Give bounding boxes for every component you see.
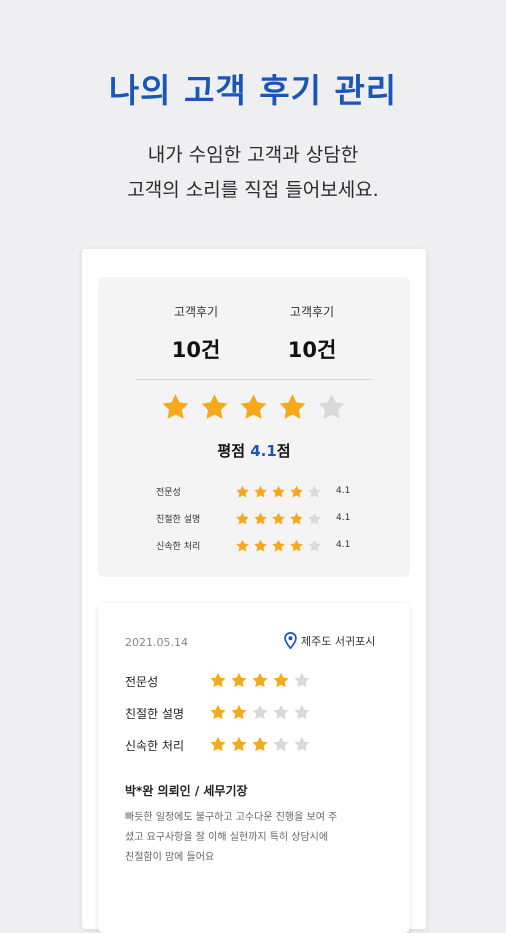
average-rating: 평점 4.1점 [98, 440, 410, 461]
rating-value: 4.1 [250, 442, 277, 460]
category-label: 신속한 처리 [125, 739, 185, 753]
star-filled-icon [210, 736, 226, 752]
star-empty-icon [294, 704, 310, 720]
star-filled-icon [252, 672, 268, 688]
star-filled-icon [272, 485, 285, 498]
star-filled-icon [201, 394, 228, 419]
review-body-line: 친절함이 맘에 들어요 [125, 852, 215, 863]
stat-label: 고객후기 [173, 305, 219, 319]
star-filled-icon [272, 539, 285, 552]
review-card: 고객후기 10건 고객후기 10건 평점 4.1점 전문성 4.1 친절한 설명… [82, 249, 426, 933]
review-category-row: 친절한 설명 [125, 703, 405, 723]
stat-label: 고객후기 [289, 305, 335, 319]
category-stars [209, 671, 311, 689]
rating-suffix: 점 [276, 442, 291, 460]
category-stars [209, 703, 311, 721]
stat-value: 10건 [171, 338, 221, 362]
star-filled-icon [279, 394, 306, 419]
map-pin-icon [284, 632, 297, 649]
review-item[interactable]: 2021.05.14 제주도 서귀포시 전문성 친절한 설명 신속한 처리 박*… [98, 603, 410, 933]
review-author: 박*완 의뢰인 / 세무기장 [125, 784, 248, 798]
rating-prefix: 평점 [217, 442, 251, 460]
category-label: 신속한 처리 [156, 542, 201, 552]
star-filled-icon [254, 539, 267, 552]
review-body-line: 빠듯한 일정에도 불구하고 고수다운 진행을 보여 주 [125, 812, 338, 823]
subtitle-line-2: 고객의 소리를 직접 들어보세요. [127, 179, 379, 201]
category-label: 친절한 설명 [156, 515, 201, 525]
overall-star-rating [160, 391, 347, 425]
review-date: 2021.05.14 [125, 636, 188, 649]
category-score: 4.1 [336, 513, 351, 523]
category-label: 친절한 설명 [125, 707, 185, 721]
review-category-row: 전문성 [125, 671, 405, 691]
star-empty-icon [294, 672, 310, 688]
review-summary-panel: 고객후기 10건 고객후기 10건 평점 4.1점 전문성 4.1 친절한 설명… [98, 277, 410, 577]
category-score: 4.1 [336, 486, 351, 496]
star-filled-icon [210, 672, 226, 688]
divider [135, 379, 373, 380]
category-stars [209, 735, 311, 753]
star-filled-icon [162, 394, 189, 419]
review-body-line: 셨고 요구사항을 잘 이해 실현까지 특히 상담시에 [125, 832, 329, 843]
star-filled-icon [252, 736, 268, 752]
star-empty-icon [273, 704, 289, 720]
star-filled-icon [236, 539, 249, 552]
page-title: 나의 고객 후기 관리 [108, 71, 398, 110]
category-score: 4.1 [336, 540, 351, 550]
summary-category-row: 전문성 4.1 [98, 483, 410, 501]
star-filled-icon [236, 485, 249, 498]
review-body: 빠듯한 일정에도 불구하고 고수다운 진행을 보여 주 셨고 요구사항을 잘 이… [125, 808, 387, 868]
location-text: 제주도 서귀포시 [301, 634, 376, 648]
star-filled-icon [231, 736, 247, 752]
star-empty-icon [294, 736, 310, 752]
star-filled-icon [254, 512, 267, 525]
category-stars [235, 511, 322, 526]
star-filled-icon [240, 394, 267, 419]
category-label: 전문성 [156, 488, 181, 498]
summary-category-row: 친절한 설명 4.1 [98, 510, 410, 528]
category-stars [235, 538, 322, 553]
star-empty-icon [252, 704, 268, 720]
review-category-row: 신속한 처리 [125, 735, 405, 755]
star-filled-icon [254, 485, 267, 498]
summary-category-row: 신속한 처리 4.1 [98, 537, 410, 555]
review-location: 제주도 서귀포시 [284, 632, 375, 649]
star-filled-icon [290, 539, 303, 552]
star-empty-icon [308, 539, 321, 552]
category-label: 전문성 [125, 675, 159, 689]
review-count-stat-1: 고객후기 10건 [136, 303, 256, 364]
star-empty-icon [273, 736, 289, 752]
star-filled-icon [231, 704, 247, 720]
star-filled-icon [273, 672, 289, 688]
star-filled-icon [236, 512, 249, 525]
star-filled-icon [290, 512, 303, 525]
star-filled-icon [210, 704, 226, 720]
star-empty-icon [318, 394, 345, 419]
star-filled-icon [290, 485, 303, 498]
stat-value: 10건 [287, 338, 337, 362]
category-stars [235, 484, 322, 499]
star-filled-icon [231, 672, 247, 688]
star-empty-icon [308, 485, 321, 498]
star-empty-icon [308, 512, 321, 525]
star-filled-icon [272, 512, 285, 525]
subtitle-line-1: 내가 수임한 고객과 상담한 [147, 144, 359, 166]
review-count-stat-2: 고객후기 10건 [252, 303, 372, 364]
